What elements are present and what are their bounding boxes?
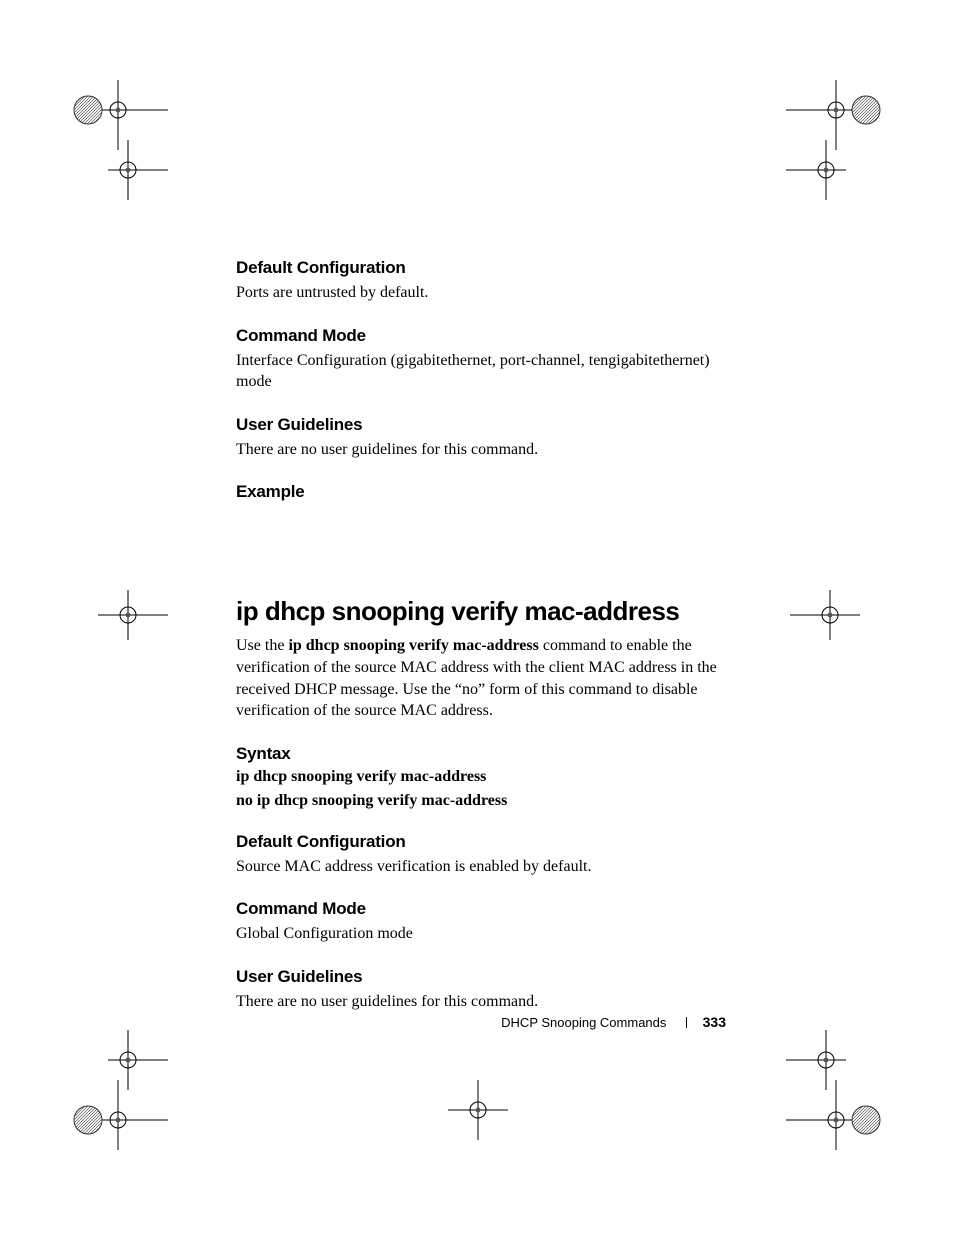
body-default-config-2: Source MAC address verification is enabl… xyxy=(236,856,726,878)
regmark-top-right xyxy=(786,80,886,200)
regmark-top-left xyxy=(68,80,168,200)
syntax-line-2: no ip dhcp snooping verify mac-address xyxy=(236,792,726,810)
heading-user-guidelines-2: User Guidelines xyxy=(236,967,726,987)
body-user-guidelines-1: There are no user guidelines for this co… xyxy=(236,439,726,461)
regmark-bottom-left xyxy=(68,1030,168,1150)
intro-bold: ip dhcp snooping verify mac-address xyxy=(288,637,538,654)
heading-default-config-2: Default Configuration xyxy=(236,832,726,852)
body-default-config-1: Ports are untrusted by default. xyxy=(236,282,726,304)
regmark-bottom-center xyxy=(448,1080,508,1140)
footer-separator xyxy=(686,1017,687,1028)
body-command-mode-1: Interface Configuration (gigabitethernet… xyxy=(236,350,726,393)
heading-command-mode-1: Command Mode xyxy=(236,326,726,346)
command-title: ip dhcp snooping verify mac-address xyxy=(236,596,726,627)
heading-command-mode-2: Command Mode xyxy=(236,899,726,919)
heading-example: Example xyxy=(236,482,726,502)
body-user-guidelines-2: There are no user guidelines for this co… xyxy=(236,991,726,1013)
footer-label: DHCP Snooping Commands xyxy=(501,1015,666,1030)
page-content: Default Configuration Ports are untruste… xyxy=(236,258,726,1035)
heading-default-config-1: Default Configuration xyxy=(236,258,726,278)
regmark-bottom-right xyxy=(786,1030,886,1150)
page-footer: DHCP Snooping Commands 333 xyxy=(236,1014,726,1030)
heading-user-guidelines-1: User Guidelines xyxy=(236,415,726,435)
syntax-line-1: ip dhcp snooping verify mac-address xyxy=(236,768,726,786)
footer-page-number: 333 xyxy=(703,1014,726,1030)
regmark-mid-left xyxy=(98,590,168,640)
heading-syntax: Syntax xyxy=(236,744,726,764)
intro-prefix: Use the xyxy=(236,637,288,654)
regmark-mid-right xyxy=(790,590,860,640)
body-command-mode-2: Global Configuration mode xyxy=(236,923,726,945)
command-intro: Use the ip dhcp snooping verify mac-addr… xyxy=(236,635,726,721)
